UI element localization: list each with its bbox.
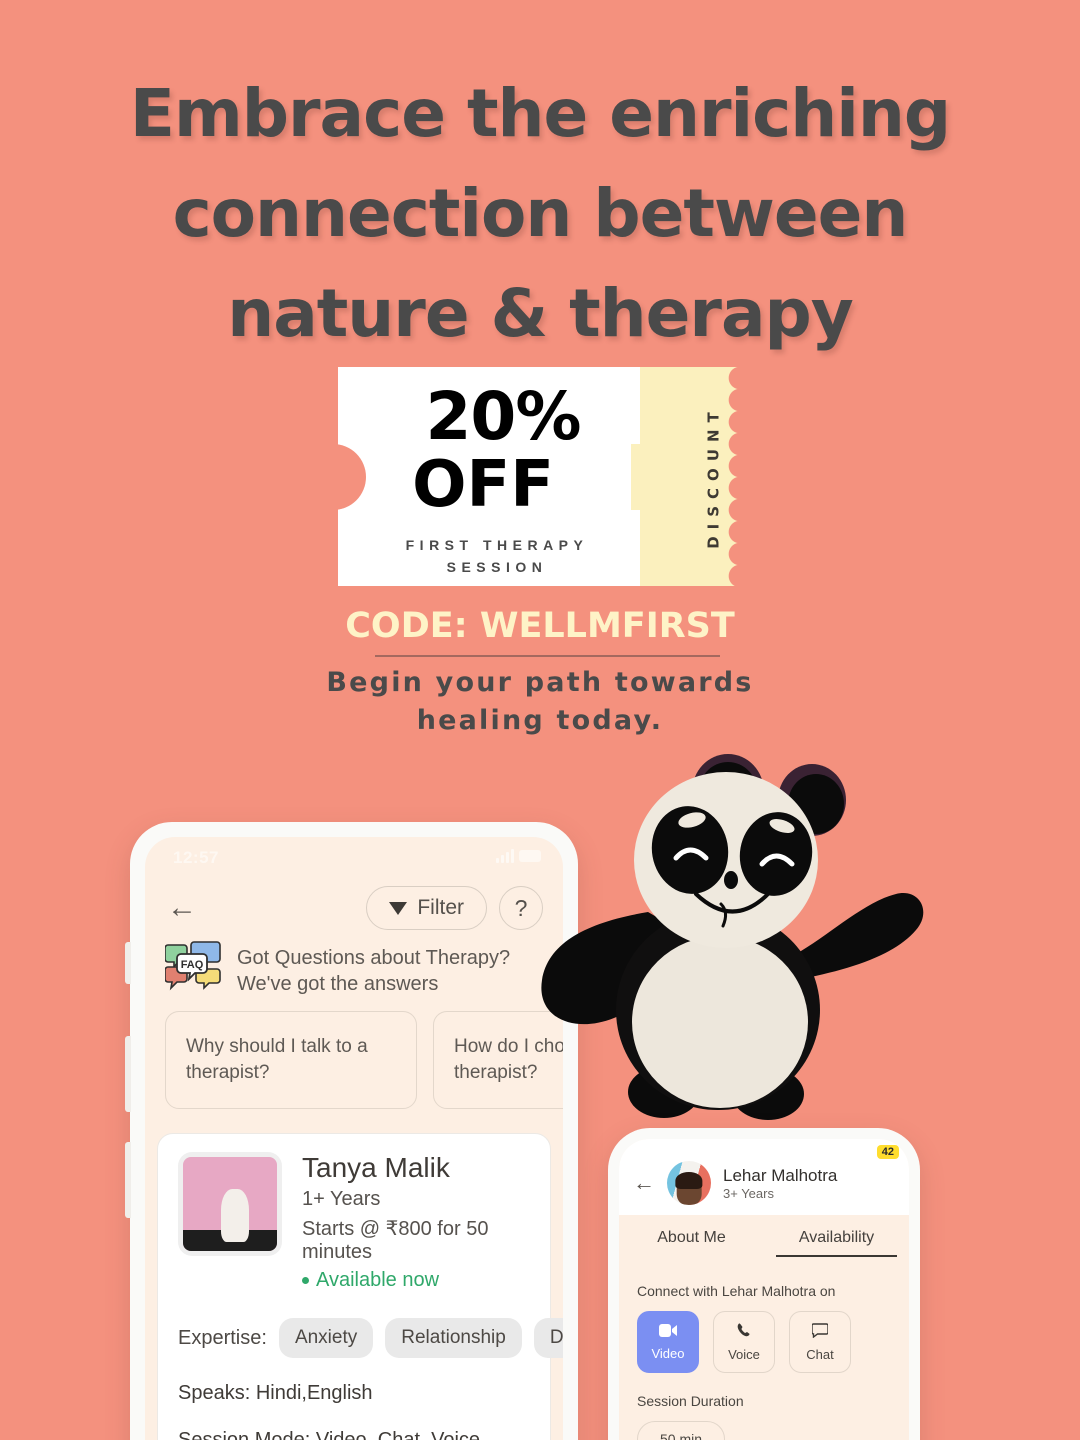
therapist-experience: 1+ Years [302, 1188, 381, 1210]
ticket-main: 20% OFF FIRST THERAPY SESSION [338, 367, 640, 586]
filter-funnel-icon [389, 901, 408, 915]
page-headline: Embrace the enriching connection between… [0, 64, 1080, 364]
session-duration-label: Session Duration [637, 1393, 744, 1409]
expertise-row: Expertise: Anxiety Relationship Depressi… [178, 1318, 563, 1358]
availability-label: Available now [316, 1269, 440, 1291]
phone1-status-bar: 12:57 [145, 837, 563, 877]
phone-mockup-left: 12:57 ← Filter ? FAQ Got Questions about… [125, 822, 578, 1440]
therapist-header: Tanya Malik 1+ Years Starts @ ₹800 for 5… [178, 1152, 530, 1292]
ticket-subtitle: FIRST THERAPY SESSION [406, 534, 589, 578]
notification-badge: 42 [876, 1145, 899, 1159]
discount-percent: 20% [425, 377, 582, 455]
panda-mascot [528, 742, 938, 1142]
tagline-line-2: healing today. [416, 705, 664, 736]
therapist-experience: 3+ Years [723, 1186, 774, 1201]
tab-availability[interactable]: Availability [764, 1215, 909, 1257]
faq-banner-text: Got Questions about Therapy? We've got t… [237, 947, 511, 995]
mode-option-label: Video [651, 1346, 685, 1361]
therapist-session-mode: Session Mode: Video, Chat, Voice [178, 1429, 481, 1440]
phone2-tabs: About Me Availability [619, 1215, 909, 1257]
tab-about-me[interactable]: About Me [619, 1215, 764, 1257]
session-mode-options: Video Voice Chat [637, 1311, 891, 1373]
question-mark-icon: ? [514, 894, 528, 921]
therapist-avatar [178, 1152, 282, 1256]
signal-icon [496, 849, 514, 863]
ticket-stub-label: DISCOUNT [705, 404, 723, 549]
section-gap [145, 1109, 563, 1127]
divider-line [375, 655, 720, 657]
faq-question-list: Why should I talk to a therapist? How do… [145, 997, 563, 1109]
mode-option-chat[interactable]: Chat [789, 1311, 851, 1373]
discount-ticket: 20% OFF FIRST THERAPY SESSION DISCOUNT [310, 367, 742, 586]
phone1-top-bar: ← Filter ? [145, 877, 563, 933]
tagline-line-1: Begin your path towards [326, 667, 754, 698]
phone-icon [736, 1322, 752, 1341]
status-time: 12:57 [173, 848, 219, 867]
back-arrow-icon[interactable]: ← [167, 893, 197, 923]
filter-button[interactable]: Filter [366, 886, 487, 930]
therapist-name: Tanya Malik [302, 1152, 450, 1183]
availability-dot-icon [302, 1277, 309, 1284]
faq-banner: FAQ Got Questions about Therapy? We've g… [145, 933, 563, 997]
avatar-image [183, 1157, 277, 1251]
mode-option-label: Chat [806, 1346, 834, 1362]
mode-option-label: Voice [728, 1347, 760, 1362]
therapist-name: Lehar Malhotra [723, 1166, 838, 1185]
chat-bubble-icon [811, 1322, 829, 1341]
ticket-subtitle-line-2: SESSION [446, 558, 548, 575]
therapist-avatar [667, 1161, 711, 1205]
expertise-chip[interactable]: Depression [533, 1318, 563, 1358]
therapist-languages: Speaks: Hindi,English [178, 1382, 373, 1404]
therapist-card[interactable]: Tanya Malik 1+ Years Starts @ ₹800 for 5… [157, 1133, 563, 1440]
therapist-price: Starts @ ₹800 for 50 minutes [302, 1218, 489, 1263]
phone-mockup-right: 42 ← Lehar Malhotra 3+ Years About Me Av… [608, 1128, 920, 1440]
phone2-body: Connect with Lehar Malhotra on Video Voi… [619, 1257, 909, 1440]
phone2-screen: 42 ← Lehar Malhotra 3+ Years About Me Av… [619, 1139, 909, 1440]
phone1-side-button-3[interactable] [125, 1142, 131, 1218]
phone2-top-bar: 42 ← Lehar Malhotra 3+ Years [619, 1139, 909, 1215]
headline-line-1: Embrace the enriching [129, 75, 951, 152]
headline-line-2: connection between [172, 175, 909, 252]
therapist-info: Lehar Malhotra 3+ Years [723, 1165, 837, 1201]
mode-option-video[interactable]: Video [637, 1311, 699, 1373]
ticket-subtitle-line-1: FIRST THERAPY [405, 536, 589, 553]
expertise-chip[interactable]: Anxiety [278, 1318, 374, 1358]
phone1-screen: 12:57 ← Filter ? FAQ Got Questions about… [145, 837, 563, 1440]
expertise-chip[interactable]: Relationship [385, 1318, 522, 1358]
faq-bubbles-icon: FAQ [164, 939, 223, 994]
session-duration-option[interactable]: 50 min [637, 1421, 726, 1440]
headline-line-3: nature & therapy [227, 275, 854, 352]
status-badge: Available now [302, 1269, 530, 1292]
back-arrow-icon[interactable]: ← [633, 1172, 655, 1194]
promo-code: CODE: WELLMFIRST [345, 606, 735, 646]
promo-tagline: Begin your path towards healing today. [0, 664, 1080, 740]
ticket-body: 20% OFF FIRST THERAPY SESSION [338, 367, 742, 586]
filter-button-label: Filter [417, 896, 464, 919]
faq-question-card[interactable]: Why should I talk to a therapist? [165, 1011, 417, 1109]
therapist-info: Tanya Malik 1+ Years Starts @ ₹800 for 5… [302, 1152, 530, 1292]
ticket-scalloped-edge [726, 367, 742, 586]
phone1-side-button-2[interactable] [125, 1036, 131, 1112]
connect-label: Connect with Lehar Malhotra on [637, 1283, 836, 1299]
video-camera-icon [659, 1323, 677, 1340]
phone1-side-button-1[interactable] [125, 942, 131, 984]
expertise-label: Expertise: [178, 1326, 267, 1349]
discount-off-label: OFF [412, 447, 554, 522]
mode-option-voice[interactable]: Voice [713, 1311, 775, 1373]
svg-text:FAQ: FAQ [181, 959, 204, 971]
